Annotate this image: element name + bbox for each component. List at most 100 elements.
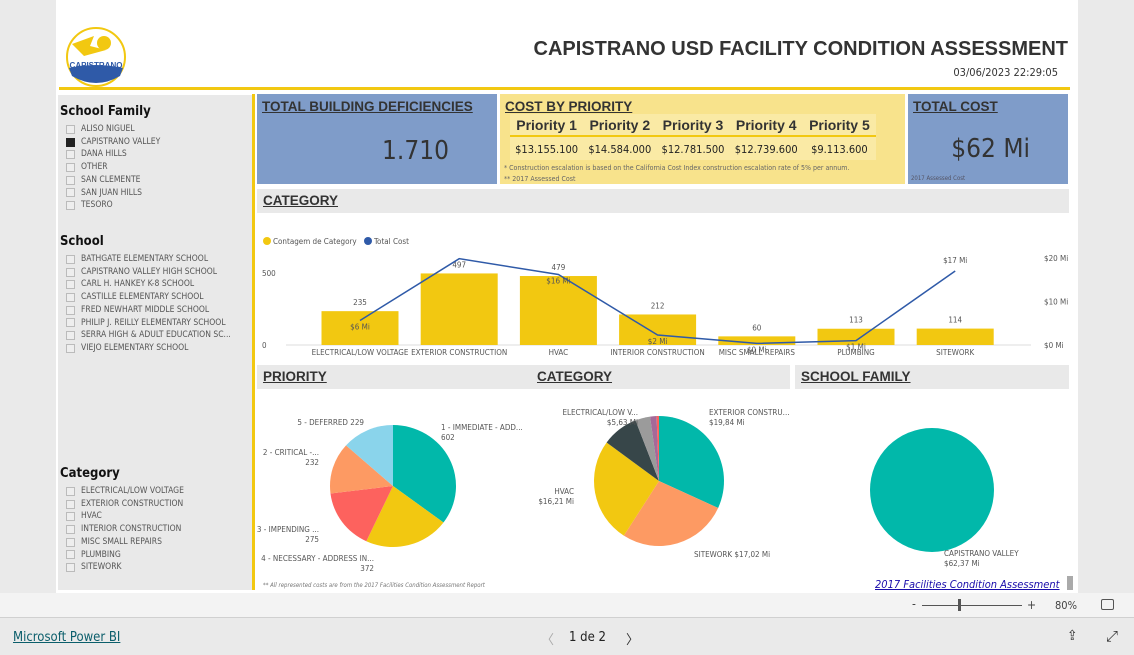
checkbox[interactable] [66, 162, 75, 172]
slicer-item[interactable]: BATHGATE ELEMENTARY SCHOOL [66, 253, 231, 266]
slicer-school[interactable]: BATHGATE ELEMENTARY SCHOOL CAPISTRANO VAL… [66, 253, 231, 355]
y2-tick: $0 Mi [1044, 341, 1064, 350]
checkbox[interactable] [66, 254, 75, 264]
slicer-item[interactable]: TESORO [66, 199, 160, 212]
slicer-item-label: PHILIP J. REILLY ELEMENTARY SCHOOL [81, 317, 226, 328]
slicer-item[interactable]: SAN CLEMENTE [66, 174, 160, 187]
slicer-item[interactable]: FRED NEWHART MIDDLE SCHOOL [66, 304, 231, 317]
slicer-item-label: VIEJO ELEMENTARY SCHOOL [81, 342, 189, 353]
zoom-slider[interactable] [922, 605, 1022, 606]
checkbox[interactable] [66, 188, 75, 198]
slicer-item[interactable]: SITEWORK [66, 561, 184, 574]
checkbox[interactable] [66, 537, 75, 547]
slicer-item-label: CARL H. HANKEY K-8 SCHOOL [81, 279, 195, 290]
checkbox[interactable] [66, 512, 75, 522]
slicer-item[interactable]: OTHER [66, 161, 160, 174]
checkbox[interactable] [66, 201, 75, 211]
checkbox[interactable] [66, 550, 75, 560]
checkbox[interactable] [66, 150, 75, 160]
slicer-item[interactable]: PHILIP J. REILLY ELEMENTARY SCHOOL [66, 317, 231, 330]
next-page-button[interactable]: 〉 [626, 629, 639, 648]
slicer-item[interactable]: MISC SMALL REPAIRS [66, 536, 184, 549]
share-icon[interactable]: ⇪ [1067, 628, 1078, 644]
slicer-item[interactable]: ALISO NIGUEL [66, 123, 160, 136]
slicer-item-label: SAN JUAN HILLS [81, 187, 142, 198]
category-combo-chart[interactable]: Contagem de Category Total Cost 0 500 $0 Mi $… [256, 230, 1071, 360]
bar-data-label: 60 [752, 323, 762, 332]
slicer-item[interactable]: CASTILLE ELEMENTARY SCHOOL [66, 291, 231, 304]
slicer-item[interactable]: VIEJO ELEMENTARY SCHOOL [66, 342, 231, 355]
pie-label: ELECTRICAL/LOW V... [562, 408, 638, 417]
slicer-item-label: DANA HILLS [81, 149, 127, 160]
checkbox[interactable] [66, 137, 75, 147]
checkbox[interactable] [66, 267, 75, 277]
slicer-item-label: PLUMBING [81, 549, 121, 560]
slicer-item-label: TESORO [81, 200, 113, 211]
checkbox[interactable] [66, 175, 75, 185]
fit-to-page-icon[interactable] [1101, 599, 1114, 610]
checkbox[interactable] [66, 486, 75, 496]
priority-cost: $12.781.500 [661, 142, 725, 156]
pie-label: 2 - CRITICAL -... [263, 448, 319, 457]
zoom-slider-handle[interactable] [958, 599, 961, 611]
facilities-assessment-link[interactable]: 2017 Facilities Condition Assessment [875, 578, 1060, 591]
note: 2017 Assessed Cost [911, 175, 966, 182]
scrollbar[interactable] [1067, 576, 1073, 590]
priority-cost: $9.113.600 [811, 142, 868, 156]
slicer-item[interactable]: DANA HILLS [66, 148, 160, 161]
zoom-out-button[interactable]: - [912, 597, 916, 611]
checkbox[interactable] [66, 318, 75, 328]
fullscreen-icon[interactable]: ⤢ [1106, 627, 1118, 645]
prev-page-button[interactable]: 〈 [541, 629, 554, 648]
priority-header: Priority 5 [809, 116, 870, 133]
slicer-item[interactable]: ELECTRICAL/LOW VOLTAGE [66, 485, 184, 498]
pie-charts[interactable]: 1 - IMMEDIATE - ADD...602 5 - DEFERRED 22… [256, 395, 1071, 575]
bar-data-label: 113 [849, 316, 863, 325]
slicer-item[interactable]: INTERIOR CONSTRUCTION [66, 523, 184, 536]
slicer-school-family[interactable]: ALISO NIGUEL CAPISTRANO VALLEY DANA HILLS O… [66, 123, 160, 212]
slicer-item[interactable]: CAPISTRANO VALLEY [66, 136, 160, 149]
checkbox[interactable] [66, 524, 75, 534]
slicer-category[interactable]: ELECTRICAL/LOW VOLTAGE EXTERIOR CONSTRUCT… [66, 485, 184, 574]
checkbox[interactable] [66, 292, 75, 302]
kpi-cost-by-priority: COST BY PRIORITY Priority 1 Priority 2 Pri… [500, 94, 905, 184]
slicer-item[interactable]: SAN JUAN HILLS [66, 187, 160, 200]
checkbox[interactable] [66, 343, 75, 353]
power-bi-link[interactable]: Microsoft Power BI [13, 630, 120, 645]
pie-value: 275 [305, 535, 319, 544]
line-data-label: $1 Mi [846, 343, 866, 352]
checkbox[interactable] [66, 563, 75, 573]
slicer-item-label: SITEWORK [81, 562, 122, 573]
priority-cost: $13.155.100 [515, 142, 579, 156]
slicer-title-school-family: School Family [60, 104, 151, 119]
slicer-item-label: MISC SMALL REPAIRS [81, 536, 162, 547]
slicer-item[interactable]: PLUMBING [66, 549, 184, 562]
checkbox[interactable] [66, 124, 75, 134]
divider [252, 94, 255, 590]
slicer-item[interactable]: CARL H. HANKEY K-8 SCHOOL [66, 278, 231, 291]
checkbox[interactable] [66, 331, 75, 341]
slicer-item[interactable]: SERRA HIGH & ADULT EDUCATION SC... [66, 329, 231, 342]
pie-label: CAPISTRANO VALLEY [944, 549, 1019, 558]
pie-label: 1 - IMMEDIATE - ADD... [441, 423, 523, 432]
slicer-item-label: CAPISTRANO VALLEY HIGH SCHOOL [81, 266, 218, 277]
report-title: CAPISTRANO USD FACILITY CONDITION ASSESS… [533, 38, 1068, 60]
slicer-panel: School Family ALISO NIGUEL CAPISTRANO VAL… [58, 95, 252, 590]
slicer-item-label: BATHGATE ELEMENTARY SCHOOL [81, 254, 209, 264]
slicer-item-label: CASTILLE ELEMENTARY SCHOOL [81, 292, 204, 303]
slicer-item-label: FRED NEWHART MIDDLE SCHOOL [81, 304, 210, 315]
priority-cost: $14.584.000 [588, 142, 652, 156]
zoom-level: 80% [1055, 599, 1077, 612]
slicer-item[interactable]: HVAC [66, 510, 184, 523]
slicer-item[interactable]: CAPISTRANO VALLEY HIGH SCHOOL [66, 266, 231, 279]
legend-marker [364, 237, 372, 245]
checkbox[interactable] [66, 305, 75, 315]
zoom-in-button[interactable]: + [1027, 598, 1036, 612]
slicer-item-label: CAPISTRANO VALLEY [81, 136, 161, 147]
bar-data-label: 479 [552, 263, 566, 272]
checkbox[interactable] [66, 499, 75, 509]
page-indicator: 1 de 2 [569, 630, 606, 645]
checkbox[interactable] [66, 280, 75, 290]
slicer-item[interactable]: EXTERIOR CONSTRUCTION [66, 498, 184, 511]
kpi-value: $62 Mi [951, 134, 1030, 164]
